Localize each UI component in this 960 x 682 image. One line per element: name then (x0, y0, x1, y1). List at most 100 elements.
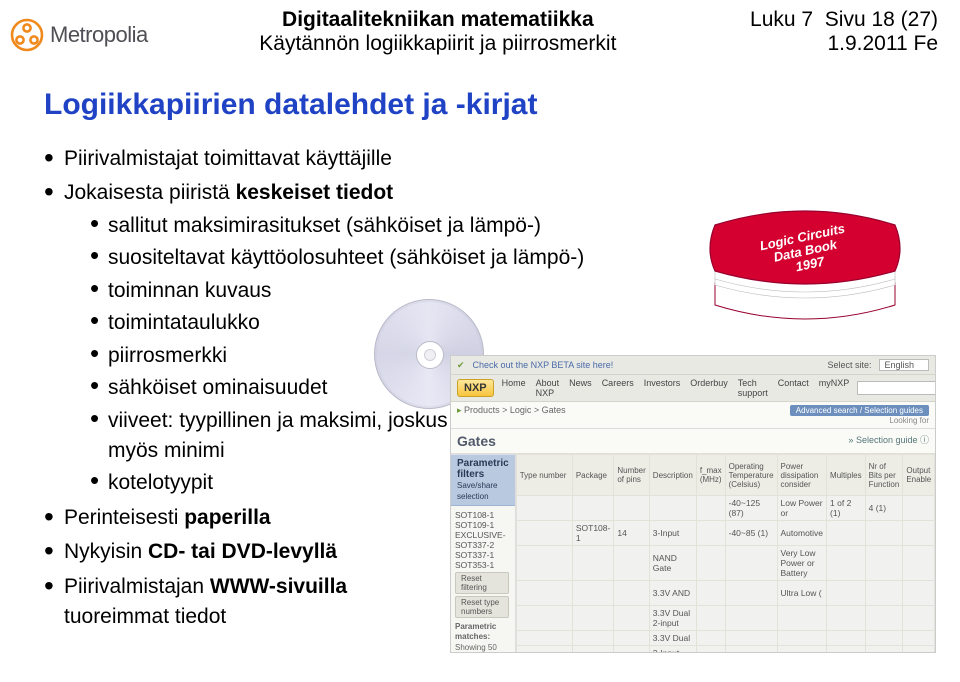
tab-investors[interactable]: Investors (644, 378, 681, 398)
cell: 4 (1) (865, 496, 903, 521)
cell (865, 581, 903, 606)
th[interactable]: Package (572, 455, 614, 496)
filter-row: SOT108-1143-Input-40~85 (1)Automotive(20… (516, 521, 936, 546)
cell (865, 631, 903, 646)
cell: Automotive (777, 521, 827, 546)
bullet-1: Piirivalmistajat toimittavat käyttäjille (44, 144, 960, 174)
tab-about[interactable]: About NXP (536, 378, 560, 398)
cell (903, 606, 935, 631)
cell (865, 546, 903, 581)
cell (696, 631, 725, 646)
cell (516, 496, 572, 521)
cell (903, 496, 935, 521)
cell (777, 631, 827, 646)
cell (572, 581, 614, 606)
tab-mynxp[interactable]: myNXP (819, 378, 850, 398)
cell: SOT108-1 (572, 521, 614, 546)
bullet-3-a: Perinteisesti (64, 506, 184, 529)
cell (614, 581, 649, 606)
tab-tech[interactable]: Tech support (738, 378, 768, 398)
tab-careers[interactable]: Careers (602, 378, 634, 398)
cell (903, 631, 935, 646)
cell (572, 631, 614, 646)
cell (614, 606, 649, 631)
th[interactable]: Output drive voltage (VDC) (935, 455, 936, 496)
cell (827, 631, 866, 646)
th[interactable]: Power dissipation consider (777, 455, 827, 496)
tab-home[interactable]: Home (502, 378, 526, 398)
cell (865, 606, 903, 631)
site-select[interactable]: English (879, 359, 929, 371)
bullet-4-b: CD- tai DVD-levyllä (148, 540, 337, 563)
cell (649, 496, 696, 521)
filter-item[interactable]: SOT337-2 (455, 540, 511, 550)
bullet-3-b: paperilla (184, 506, 270, 529)
tab-contact[interactable]: Contact (778, 378, 809, 398)
cell (903, 581, 935, 606)
logo: Metropolia (10, 18, 148, 52)
header-right: Luku 7 Sivu 18 (27) 1.9.2011 Fe (728, 8, 938, 56)
cell (696, 496, 725, 521)
adv-search[interactable]: Advanced search / Selection guides (790, 405, 929, 416)
cell (516, 581, 572, 606)
filter-item[interactable]: SOT109-1 (455, 520, 511, 530)
filters-title: Parametric filters (457, 458, 509, 480)
filter-row: 3.3V ANDUltra Low (~2.4 mA+/- 4.0 mA (516, 581, 936, 606)
nxp-logo: NXP (457, 379, 494, 397)
th[interactable]: Type number (516, 455, 572, 496)
filter-row: 3.3V Dual (516, 631, 936, 646)
save-share[interactable]: Save/share selection (457, 481, 497, 501)
filter-row: NAND GateVery Low Power or Battery~2.4 m… (516, 546, 936, 581)
th[interactable]: Output Enable (903, 455, 935, 496)
cell (725, 581, 777, 606)
cell: Very Low Power or Battery (777, 546, 827, 581)
cell: 14 (614, 521, 649, 546)
cell (572, 606, 614, 631)
cell (725, 546, 777, 581)
cell (777, 606, 827, 631)
cell (827, 521, 866, 546)
reset-filtering[interactable]: Reset filtering (455, 572, 509, 594)
pm-line1: Showing 50 products of 516 (455, 643, 510, 653)
th[interactable]: Multiples (827, 455, 866, 496)
th[interactable]: Operating Temperature (Celsius) (725, 455, 777, 496)
results-table: Type number Package Number of pins Descr… (516, 454, 936, 653)
th[interactable]: Description (649, 455, 696, 496)
bullet-2-text: Jokaisesta piiristä (64, 181, 236, 204)
nav-tabs: Home About NXP News Careers Investors Or… (502, 378, 850, 398)
cell (827, 646, 866, 654)
beta-link[interactable]: Check out the NXP BETA site here! (473, 360, 614, 370)
search-input[interactable] (857, 381, 936, 395)
selection-guide[interactable]: Selection guide (856, 435, 918, 445)
filter-item[interactable]: SOT353-1 (455, 560, 511, 570)
reset-type-numbers[interactable]: Reset type numbers (455, 596, 509, 618)
tab-news[interactable]: News (569, 378, 592, 398)
breadcrumb[interactable]: Products > Logic > Gates (464, 405, 566, 415)
bullet-2-bold: keskeiset tiedot (236, 181, 394, 204)
cell (696, 581, 725, 606)
cell (935, 606, 936, 631)
cell: -40~125 (87) (725, 496, 777, 521)
cell (935, 631, 936, 646)
bullet-5-a: Piirivalmistajan (64, 575, 210, 598)
cell (516, 606, 572, 631)
bullet-5: Piirivalmistajan WWW-sivuilla tuoreimmat… (44, 572, 404, 633)
cell (614, 631, 649, 646)
cell (614, 546, 649, 581)
filter-item[interactable]: SOT337-1 (455, 550, 511, 560)
cell (827, 546, 866, 581)
filter-item[interactable]: EXCLUSIVE- (455, 530, 511, 540)
cell (865, 646, 903, 654)
bullet-5-b: WWW-sivuilla (210, 575, 347, 598)
cell: Low Power or (777, 496, 827, 521)
th[interactable]: Nr of Bits per Function (865, 455, 903, 496)
tab-orderbuy[interactable]: Orderbuy (690, 378, 728, 398)
th[interactable]: Number of pins (614, 455, 649, 496)
th[interactable]: f_max (MHz) (696, 455, 725, 496)
filter-row: 3.3V Dual 2-input (516, 606, 936, 631)
course-title: Digitaalitekniikan matematiikka (148, 8, 728, 32)
filter-item[interactable]: SOT108-1 (455, 510, 511, 520)
cell: 3-Input NOR (649, 646, 696, 654)
sub-7-text: viiveet: tyypillinen ja maksimi, joskus … (108, 409, 448, 462)
cell (903, 546, 935, 581)
